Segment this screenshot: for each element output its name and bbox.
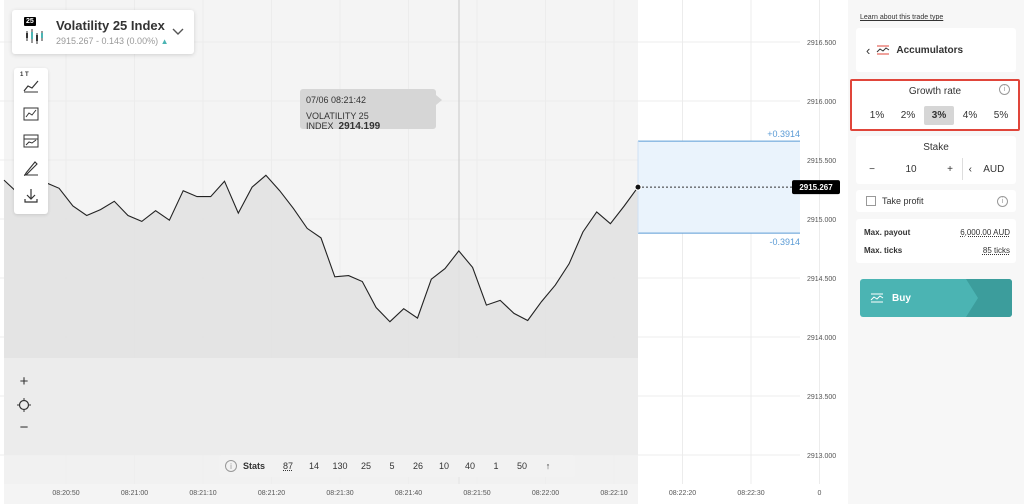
take-profit-row: Take profit i xyxy=(856,190,1016,212)
info-icon[interactable]: i xyxy=(997,195,1008,207)
x-tick-label: 08:21:50 xyxy=(463,490,490,497)
x-tick-label: 08:21:20 xyxy=(258,490,285,497)
max-ticks-label: Max. ticks xyxy=(864,246,903,255)
x-tick-label: 08:22:00 xyxy=(532,490,559,497)
x-tick-label: 08:21:30 xyxy=(326,490,353,497)
quote-text: 2915.267 - 0.143 (0.00%) xyxy=(56,36,159,46)
growth-option-1[interactable]: 1% xyxy=(862,106,892,125)
barrier-lower-label: -0.3914 xyxy=(769,237,800,247)
currency-selector[interactable]: ‹ AUD xyxy=(962,158,1010,180)
price-chart[interactable]: +0.3914 -0.3914 2915.267 2916.500 2916.000 29… xyxy=(0,0,848,504)
trade-type-selector[interactable]: ‹ Accumulators xyxy=(856,28,1016,72)
growth-option-5[interactable]: 5% xyxy=(986,106,1016,125)
y-tick-label: 2915.500 xyxy=(807,158,836,165)
chart-area[interactable]: +0.3914 -0.3914 2915.267 2916.500 2916.000 29… xyxy=(0,0,848,504)
zoom-in-button[interactable]: + xyxy=(16,373,32,390)
crosshair-icon[interactable] xyxy=(16,397,32,413)
symbol-title: Volatility 25 Index xyxy=(56,18,165,33)
template-icon[interactable] xyxy=(21,131,41,151)
buy-arrow-shape xyxy=(966,279,1012,317)
symbol-selector[interactable]: 25 Volatility 25 Index 2915.267 - 0.143 … xyxy=(12,10,194,54)
y-tick-label: 2916.000 xyxy=(807,99,836,106)
y-tick-label: 2916.500 xyxy=(807,40,836,47)
stats-value: 1 xyxy=(493,461,499,471)
trade-panel: Learn about this trade type ‹ Accumulato… xyxy=(848,0,1024,504)
stake-input[interactable]: 10 xyxy=(880,164,942,175)
stats-value: 87 xyxy=(283,461,294,471)
current-price-marker xyxy=(634,183,642,191)
x-tick-label: 08:21:00 xyxy=(121,490,148,497)
stats-value: 25 xyxy=(361,461,372,471)
stats-value: 26 xyxy=(413,461,424,471)
stats-value: 130 xyxy=(332,461,348,471)
stats-value: 14 xyxy=(309,461,320,471)
x-tick-label: 08:21:10 xyxy=(189,490,216,497)
stake-stepper: − 10 + ‹ AUD xyxy=(864,158,1010,180)
stats-expand-button[interactable]: ↑ xyxy=(535,461,561,471)
download-icon[interactable] xyxy=(21,186,41,206)
barrier-upper-label: +0.3914 xyxy=(767,129,800,139)
x-tick-label: 08:22:30 xyxy=(737,490,764,497)
max-payout-label: Max. payout xyxy=(864,228,911,237)
take-profit-checkbox[interactable] xyxy=(866,196,876,206)
max-payout-row: Max. payout 6,000.00 AUD xyxy=(864,228,1010,237)
stats-value: 5 xyxy=(389,461,395,471)
indicators-icon[interactable] xyxy=(21,104,41,124)
growth-rate-options: 1% 2% 3% 4% 5% xyxy=(862,106,1017,125)
growth-option-3[interactable]: 3% xyxy=(924,106,954,125)
payout-info: Max. payout 6,000.00 AUD Max. ticks 85 t… xyxy=(856,219,1016,263)
tooltip-row: VOLATILITY 25 INDEX 2914.199 xyxy=(306,111,430,132)
area-chart-icon[interactable] xyxy=(21,76,41,96)
stats-value: 10 xyxy=(439,461,450,471)
y-tick-label: 2914.500 xyxy=(807,276,836,283)
info-icon[interactable]: i xyxy=(225,460,237,472)
stats-label: Stats xyxy=(243,461,266,471)
y-tick-label: 2913.000 xyxy=(807,453,836,460)
x-tick-label: 08:22:10 xyxy=(600,490,627,497)
x-tick-label: 08:20:50 xyxy=(52,490,79,497)
stake-card: Stake − 10 + ‹ AUD xyxy=(856,136,1016,184)
current-price-label: 2915.267 xyxy=(799,183,833,192)
stake-increase-button[interactable]: + xyxy=(942,164,958,175)
stake-title: Stake xyxy=(923,142,949,153)
draw-icon[interactable] xyxy=(21,158,41,178)
buy-button[interactable]: Buy xyxy=(860,279,1012,317)
currency-label: AUD xyxy=(983,163,1005,175)
take-profit-label: Take profit xyxy=(882,196,924,206)
chart-toolbar: 1 T xyxy=(14,68,48,214)
stats-value: 50 xyxy=(517,461,528,471)
accumulators-icon xyxy=(876,45,890,55)
chevron-down-icon[interactable] xyxy=(170,23,186,41)
chevron-left-icon: ‹ xyxy=(968,163,972,175)
max-payout-value: 6,000.00 AUD xyxy=(960,228,1010,237)
learn-trade-type-link[interactable]: Learn about this trade type xyxy=(860,14,943,21)
chevron-left-icon[interactable]: ‹ xyxy=(866,43,870,58)
growth-option-4[interactable]: 4% xyxy=(955,106,985,125)
max-ticks-row: Max. ticks 85 ticks xyxy=(864,246,1010,255)
buy-label: Buy xyxy=(892,292,911,304)
x-tick-label: 08:22:20 xyxy=(669,490,696,497)
y-tick-label: 2914.000 xyxy=(807,335,836,342)
y-tick-label: 2915.000 xyxy=(807,217,836,224)
y-tick-label: 2913.500 xyxy=(807,394,836,401)
accumulators-icon xyxy=(870,293,884,303)
x-tick-label: 0 xyxy=(818,490,822,497)
info-icon[interactable]: i xyxy=(999,84,1010,95)
up-arrow-icon: ▲ xyxy=(160,37,169,46)
stats-bar: i Stats 87 14 130 25 5 26 10 40 1 50 ↑ xyxy=(219,455,575,477)
trade-type-title: Accumulators xyxy=(896,44,964,56)
growth-rate-title: Growth rate xyxy=(908,86,962,97)
zoom-out-button[interactable]: − xyxy=(16,419,32,436)
crosshair-tooltip: 07/06 08:21:42 VOLATILITY 25 INDEX 2914.… xyxy=(300,89,442,132)
symbol-quote: 2915.267 - 0.143 (0.00%) ▲ xyxy=(56,36,170,46)
tooltip-datetime: 07/06 08:21:42 xyxy=(306,95,367,105)
stake-decrease-button[interactable]: − xyxy=(864,164,880,175)
stats-value: 40 xyxy=(465,461,476,471)
tooltip-value: 2914.199 xyxy=(338,121,381,132)
volatility-index-icon: 25 xyxy=(24,17,44,47)
max-ticks-value: 85 ticks xyxy=(982,246,1010,255)
x-tick-label: 08:21:40 xyxy=(395,490,422,497)
growth-option-2[interactable]: 2% xyxy=(893,106,923,125)
growth-rate-card: Growth rate i 1% 2% 3% 4% 5% xyxy=(850,79,1020,131)
